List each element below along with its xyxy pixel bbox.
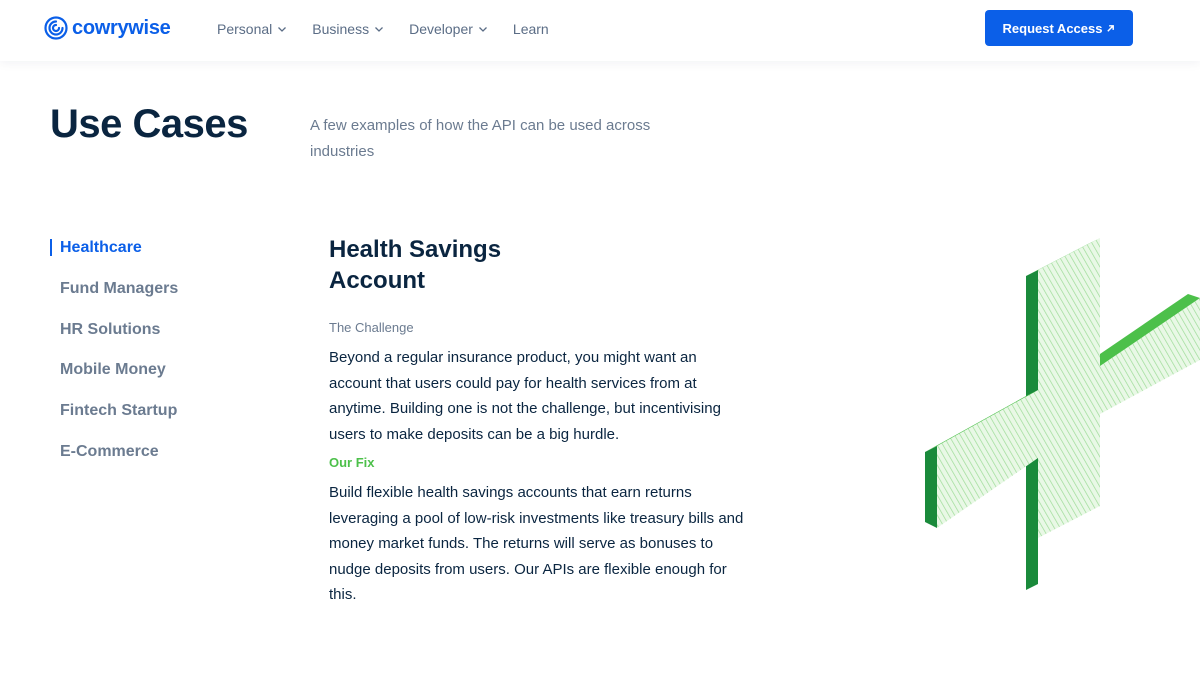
nav-developer[interactable]: Developer (409, 21, 488, 37)
sidebar-item-fund-managers[interactable]: Fund Managers (50, 277, 270, 318)
nav-personal[interactable]: Personal (217, 21, 287, 37)
page-title: Use Cases (50, 102, 248, 146)
sidebar-item-mobile-money[interactable]: Mobile Money (50, 358, 270, 399)
nav-business-label: Business (312, 21, 370, 37)
fix-label: Our Fix (329, 455, 375, 470)
chevron-down-icon (375, 27, 384, 32)
nav-learn-label: Learn (512, 21, 549, 37)
logo[interactable]: cowrywise (44, 16, 171, 40)
nav-personal-label: Personal (217, 21, 273, 37)
nav-business[interactable]: Business (312, 21, 384, 37)
logo-text: cowrywise (72, 16, 171, 39)
request-access-label: Request Access (1002, 20, 1103, 36)
nav-links: Personal Business Developer Learn (217, 21, 574, 37)
challenge-label: The Challenge (329, 320, 414, 335)
nav-developer-label: Developer (409, 21, 473, 37)
chevron-down-icon (278, 27, 287, 32)
use-case-sidebar: Healthcare Fund Managers HR Solutions Mo… (50, 236, 270, 481)
sidebar-item-hr-solutions[interactable]: HR Solutions (50, 318, 270, 359)
fix-text: Build flexible health savings accounts t… (329, 484, 744, 603)
page-subtitle: A few examples of how the API can be use… (310, 117, 651, 160)
case-title: Health Savings Account (329, 236, 502, 294)
sidebar-item-e-commerce[interactable]: E-Commerce (50, 440, 270, 481)
chevron-down-icon (478, 27, 487, 32)
medical-cross-illustration (925, 238, 1200, 590)
sidebar-item-fintech-startup[interactable]: Fintech Startup (50, 399, 270, 440)
request-access-button[interactable]: Request Access (985, 10, 1133, 46)
use-case-content: Health Savings Account The Challenge Bey… (329, 234, 749, 608)
arrow-up-right-icon (1107, 24, 1115, 32)
nav-learn[interactable]: Learn (513, 21, 549, 37)
top-navbar: cowrywise Personal Business Developer Le… (0, 0, 1200, 61)
challenge-text: Beyond a regular insurance product, you … (329, 349, 721, 443)
cowrywise-swirl-icon (44, 16, 68, 40)
sidebar-item-healthcare[interactable]: Healthcare (50, 236, 270, 277)
